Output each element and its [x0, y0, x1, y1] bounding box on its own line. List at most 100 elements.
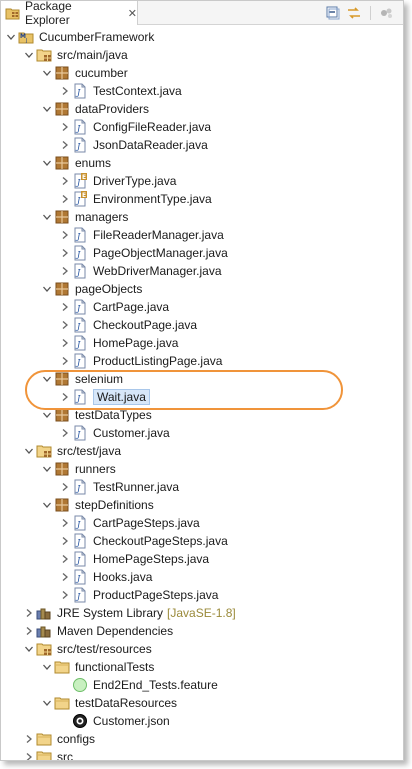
tree-item[interactable]: configs: [1, 730, 403, 748]
chevron-right-icon[interactable]: [59, 298, 71, 316]
tree-item[interactable]: J ProductListingPage.java: [1, 352, 403, 370]
tree-item[interactable]: J Customer.java: [1, 424, 403, 442]
svg-text:E: E: [82, 192, 86, 199]
toolbar-separator: [370, 6, 371, 20]
tree-item[interactable]: Maven Dependencies: [1, 622, 403, 640]
tree-item[interactable]: End2End_Tests.feature: [1, 676, 403, 694]
chevron-right-icon[interactable]: [23, 730, 35, 748]
tree-item[interactable]: J Hooks.java: [1, 568, 403, 586]
tree-item[interactable]: J CheckoutPageSteps.java: [1, 532, 403, 550]
chevron-right-icon[interactable]: [59, 424, 71, 442]
chevron-right-icon[interactable]: [23, 604, 35, 622]
tree-item-label: stepDefinitions: [75, 498, 154, 512]
chevron-right-icon[interactable]: [59, 568, 71, 586]
tree-item[interactable]: functionalTests: [1, 658, 403, 676]
chevron-right-icon[interactable]: [59, 514, 71, 532]
chevron-right-icon[interactable]: [59, 136, 71, 154]
chevron-down-icon[interactable]: [41, 658, 53, 676]
java-file-icon: J: [72, 299, 88, 315]
folder-icon: [36, 731, 52, 747]
chevron-right-icon[interactable]: [59, 262, 71, 280]
chevron-right-icon[interactable]: [23, 748, 35, 760]
chevron-right-icon[interactable]: [59, 478, 71, 496]
tree-item[interactable]: J E EnvironmentType.java: [1, 190, 403, 208]
tree-item[interactable]: J HomePageSteps.java: [1, 550, 403, 568]
tree-item[interactable]: J CheckoutPage.java: [1, 316, 403, 334]
package-explorer-view: Package Explorer ✕ M J CucumberFramework…: [0, 0, 404, 761]
tree-item[interactable]: J CartPage.java: [1, 298, 403, 316]
tree-item-label: ProductPageSteps.java: [93, 588, 219, 602]
tree-item[interactable]: J FileReaderManager.java: [1, 226, 403, 244]
chevron-down-icon[interactable]: [23, 640, 35, 658]
chevron-right-icon[interactable]: [59, 190, 71, 208]
tree-item[interactable]: J TestRunner.java: [1, 478, 403, 496]
tree-item[interactable]: J CartPageSteps.java: [1, 514, 403, 532]
tree-item[interactable]: cucumber: [1, 64, 403, 82]
close-icon[interactable]: ✕: [128, 7, 137, 20]
chevron-right-icon[interactable]: [59, 334, 71, 352]
tree-item[interactable]: J TestContext.java: [1, 82, 403, 100]
chevron-right-icon[interactable]: [59, 352, 71, 370]
chevron-down-icon[interactable]: [41, 64, 53, 82]
collapse-all-icon[interactable]: [325, 5, 341, 21]
tree-item-label: WebDriverManager.java: [93, 264, 222, 278]
project-icon: MJ: [18, 29, 34, 45]
tree-item[interactable]: testDataResources: [1, 694, 403, 712]
tree-item[interactable]: J ConfigFileReader.java: [1, 118, 403, 136]
tree-item[interactable]: J HomePage.java: [1, 334, 403, 352]
package-icon: [54, 155, 70, 171]
tree-item[interactable]: pageObjects: [1, 280, 403, 298]
library-icon: [36, 623, 52, 639]
chevron-down-icon[interactable]: [23, 442, 35, 460]
chevron-down-icon[interactable]: [41, 280, 53, 298]
package-icon: [54, 101, 70, 117]
chevron-right-icon[interactable]: [59, 550, 71, 568]
tree-item[interactable]: src: [1, 748, 403, 760]
tree-item[interactable]: M J CucumberFramework: [1, 28, 403, 46]
tree-item[interactable]: J E DriverType.java: [1, 172, 403, 190]
chevron-right-icon[interactable]: [59, 226, 71, 244]
chevron-right-icon[interactable]: [59, 316, 71, 334]
tree-item[interactable]: enums: [1, 154, 403, 172]
chevron-right-icon[interactable]: [59, 586, 71, 604]
tab-package-explorer[interactable]: Package Explorer ✕: [1, 0, 138, 27]
link-with-editor-icon[interactable]: [346, 5, 362, 21]
tree-item-label: CheckoutPageSteps.java: [93, 534, 228, 548]
chevron-right-icon[interactable]: [59, 82, 71, 100]
chevron-right-icon[interactable]: [59, 244, 71, 262]
chevron-down-icon[interactable]: [23, 46, 35, 64]
tree-item[interactable]: src/main/java: [1, 46, 403, 64]
chevron-down-icon[interactable]: [41, 694, 53, 712]
chevron-right-icon[interactable]: [23, 622, 35, 640]
tree-item[interactable]: J PageObjectManager.java: [1, 244, 403, 262]
tree-item[interactable]: J WebDriverManager.java: [1, 262, 403, 280]
chevron-right-icon[interactable]: [59, 118, 71, 136]
chevron-down-icon[interactable]: [41, 460, 53, 478]
chevron-right-icon[interactable]: [59, 532, 71, 550]
tree-item[interactable]: Customer.json: [1, 712, 403, 730]
tree-item[interactable]: J JsonDataReader.java: [1, 136, 403, 154]
folder-icon: [36, 749, 52, 760]
chevron-down-icon[interactable]: [5, 28, 17, 46]
tree-item[interactable]: src/test/resources: [1, 640, 403, 658]
package-icon: [54, 209, 70, 225]
chevron-down-icon[interactable]: [41, 496, 53, 514]
tree-item[interactable]: JRE System Library [JavaSE-1.8]: [1, 604, 403, 622]
chevron-down-icon[interactable]: [41, 154, 53, 172]
tree-item[interactable]: src/test/java: [1, 442, 403, 460]
tree-item[interactable]: J ProductPageSteps.java: [1, 586, 403, 604]
chevron-down-icon[interactable]: [41, 208, 53, 226]
java-enum-file-icon: JE: [72, 173, 88, 189]
java-file-icon: J: [72, 425, 88, 441]
view-menu-icon[interactable]: [379, 5, 395, 21]
tree-item[interactable]: managers: [1, 208, 403, 226]
tree-item-label: ConfigFileReader.java: [93, 120, 212, 134]
tree-item[interactable]: runners: [1, 460, 403, 478]
tab-title: Package Explorer: [25, 0, 72, 27]
tree-item[interactable]: dataProviders: [1, 100, 403, 118]
chevron-down-icon[interactable]: [41, 100, 53, 118]
chevron-right-icon[interactable]: [59, 172, 71, 190]
tree-item-label: TestRunner.java: [93, 480, 180, 494]
twistie-spacer: [59, 712, 71, 730]
tree-item[interactable]: stepDefinitions: [1, 496, 403, 514]
